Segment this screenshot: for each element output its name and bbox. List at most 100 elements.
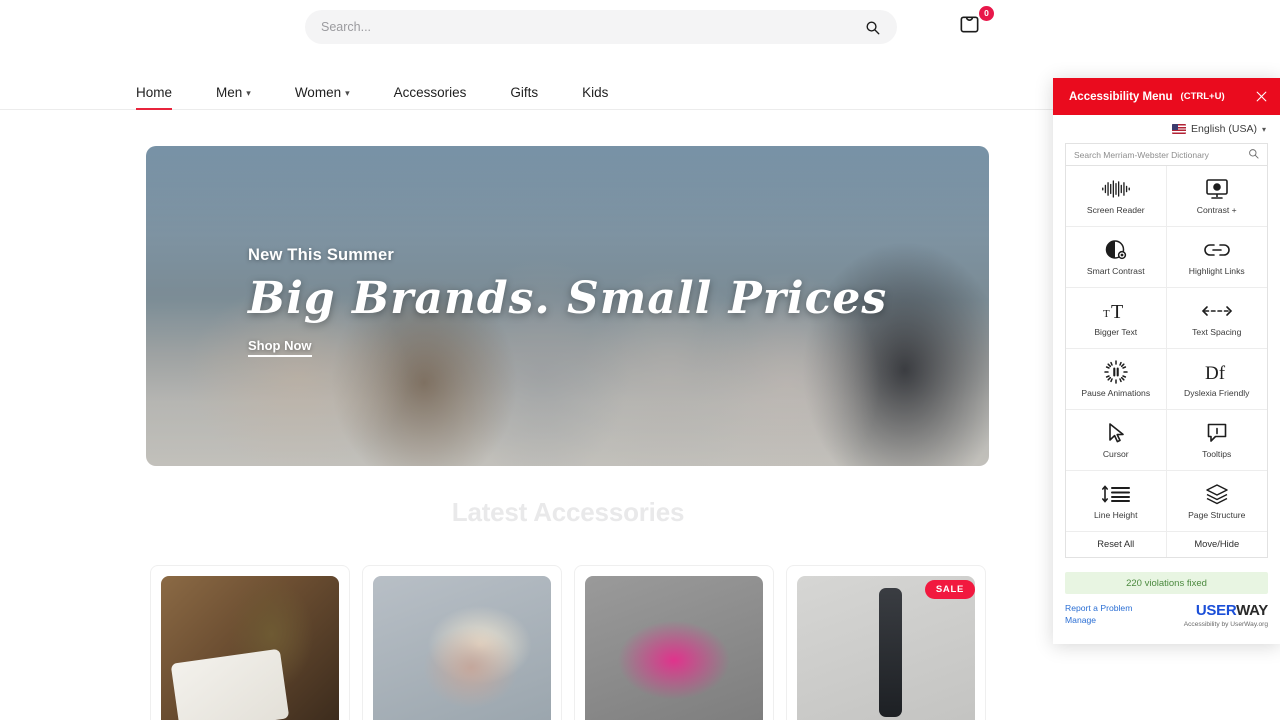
feature-page-structure[interactable]: Page Structure (1166, 471, 1267, 532)
language-label: English (USA) (1191, 123, 1257, 135)
feature-label: Page Structure (1188, 509, 1246, 520)
product-image (373, 576, 551, 720)
feature-label: Line Height (1094, 509, 1138, 520)
feature-label: Smart Contrast (1086, 265, 1145, 276)
feature-label: Contrast + (1196, 204, 1237, 215)
userway-tagline: Accessibility by UserWay.org (1183, 621, 1268, 628)
cart-badge: 0 (979, 6, 994, 21)
chevron-down-icon: ▾ (345, 87, 350, 98)
cursor-icon (1106, 421, 1126, 445)
hero-eyebrow: New This Summer (248, 246, 395, 264)
language-selector[interactable]: English (USA) ▾ (1053, 115, 1280, 143)
us-flag-icon (1172, 124, 1187, 134)
feature-screen-reader[interactable]: Screen Reader (1066, 166, 1167, 227)
chevron-down-icon: ▾ (246, 87, 251, 98)
feature-text-spacing[interactable]: Text Spacing (1166, 288, 1267, 349)
link-icon (1204, 238, 1230, 262)
reset-all-button[interactable]: Reset All (1066, 532, 1167, 557)
footer-links: Report a Problem Manage (1065, 603, 1132, 625)
feature-dyslexia-friendly[interactable]: Df Dyslexia Friendly (1166, 349, 1267, 410)
tooltip-info-icon (1206, 421, 1228, 445)
nav-label: Kids (582, 84, 609, 100)
nav-label: Gifts (510, 84, 539, 100)
nav-item-home[interactable]: Home (136, 62, 173, 110)
nav-item-accessories[interactable]: Accessories (394, 62, 467, 110)
nav-item-women[interactable]: Women ▾ (295, 62, 350, 110)
site-search[interactable] (305, 10, 897, 44)
nav-item-gifts[interactable]: Gifts (510, 62, 538, 110)
svg-text:T: T (1103, 308, 1110, 320)
product-card[interactable]: SALE (786, 565, 986, 720)
contrast-gear-icon (1104, 238, 1128, 262)
feature-label: Dyslexia Friendly (1184, 387, 1250, 398)
feature-bigger-text[interactable]: T T Bigger Text (1066, 288, 1167, 349)
section-heading-latest-accessories: Latest Accessories (451, 497, 685, 527)
hero-banner[interactable]: New This Summer Big Brands. Small Prices… (146, 146, 989, 466)
userway-logo: USERWAY (1184, 603, 1268, 618)
feature-label: Tooltips (1202, 448, 1232, 459)
nav-label: Accessories (393, 84, 467, 100)
accessibility-menu-title: Accessibility Menu (1069, 90, 1173, 103)
hero-title: Big Brands. Small Prices (248, 273, 888, 324)
search-icon[interactable] (863, 18, 881, 36)
feature-highlight-links[interactable]: Highlight Links (1166, 227, 1267, 288)
manage-link[interactable]: Manage (1065, 615, 1132, 625)
feature-line-height[interactable]: Line Height (1066, 471, 1167, 532)
nav-label: Men (216, 84, 243, 100)
userway-branding: USERWAY Accessibility by UserWay.org (1183, 603, 1269, 628)
chevron-down-icon: ▾ (1261, 124, 1266, 134)
search-input[interactable] (321, 20, 863, 34)
feature-label: Screen Reader (1086, 204, 1145, 215)
svg-text:T: T (1111, 301, 1123, 322)
layers-icon (1205, 482, 1229, 506)
feature-contrast-plus[interactable]: Contrast + (1166, 166, 1267, 227)
move-hide-button[interactable]: Move/Hide (1166, 532, 1267, 557)
accessibility-menu-header: Accessibility Menu (CTRL+U) (1053, 78, 1280, 115)
close-icon[interactable] (1252, 88, 1270, 106)
nav-label: Home (136, 84, 173, 100)
monitor-icon (1205, 177, 1229, 201)
product-grid: SALE (150, 565, 986, 720)
bigger-text-icon: T T (1102, 299, 1130, 323)
line-height-icon (1101, 482, 1131, 506)
hero-copy: New This Summer Big Brands. Small Prices… (248, 246, 887, 357)
text-spacing-icon (1201, 299, 1233, 323)
shop-now-button[interactable]: Shop Now (248, 338, 312, 357)
accessibility-panel-footer: Report a Problem Manage USERWAY Accessib… (1065, 603, 1268, 628)
top-bar: 0 (0, 0, 1280, 55)
reset-all-label: Reset All (1097, 538, 1135, 550)
feature-pause-animations[interactable]: Pause Animations (1066, 349, 1167, 410)
svg-text:Df: Df (1205, 363, 1226, 383)
product-card[interactable] (150, 565, 350, 720)
accessibility-menu-panel: Accessibility Menu (CTRL+U) English (USA… (1053, 78, 1280, 644)
nav-item-men[interactable]: Men ▾ (216, 62, 251, 110)
accessibility-feature-grid: Screen Reader Contrast + Smart Contrast … (1065, 165, 1268, 558)
feature-cursor[interactable]: Cursor (1066, 410, 1167, 471)
nav-item-kids[interactable]: Kids (582, 62, 608, 110)
product-card[interactable] (362, 565, 562, 720)
accessibility-menu-shortcut: (CTRL+U) (1180, 91, 1225, 102)
move-hide-label: Move/Hide (1194, 538, 1240, 550)
dyslexia-df-icon: Df (1202, 360, 1232, 384)
userway-logo-user: USER (1195, 602, 1237, 619)
shopping-bag-icon (960, 16, 979, 33)
feature-smart-contrast[interactable]: Smart Contrast (1066, 227, 1167, 288)
nav-label: Women (294, 84, 342, 100)
userway-logo-way: WAY (1236, 602, 1268, 619)
feature-label: Pause Animations (1081, 387, 1151, 398)
report-a-problem-link[interactable]: Report a Problem (1065, 603, 1132, 613)
cart-button[interactable]: 0 (958, 6, 994, 44)
product-card[interactable] (574, 565, 774, 720)
feature-label: Highlight Links (1188, 265, 1245, 276)
feature-label: Bigger Text (1094, 326, 1138, 337)
sale-badge: SALE (924, 580, 975, 599)
pause-animations-icon (1104, 360, 1128, 384)
dictionary-search-input[interactable] (1074, 149, 1248, 160)
feature-tooltips[interactable]: Tooltips (1166, 410, 1267, 471)
product-image (585, 576, 763, 720)
search-icon[interactable] (1248, 146, 1259, 164)
violations-banner: 220 violations fixed (1065, 572, 1268, 594)
dictionary-search[interactable] (1065, 143, 1268, 165)
feature-label: Cursor (1102, 448, 1129, 459)
waveform-icon (1101, 177, 1131, 201)
